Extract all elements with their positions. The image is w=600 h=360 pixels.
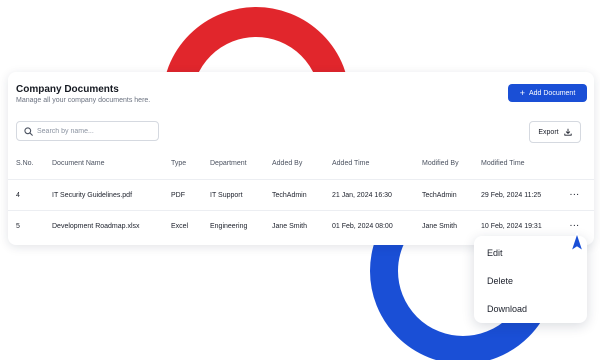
menu-item-delete[interactable]: Delete xyxy=(487,276,513,286)
column-header-department[interactable]: Department xyxy=(210,152,247,176)
add-document-label: Add Document xyxy=(528,89,576,97)
cell-modified-by: TechAdmin xyxy=(422,192,457,199)
menu-item-edit[interactable]: Edit xyxy=(487,248,503,258)
cell-added-by: TechAdmin xyxy=(272,192,307,199)
add-document-button[interactable]: + Add Document xyxy=(508,84,587,102)
download-icon xyxy=(563,128,572,136)
column-header-modified-time[interactable]: Modified Time xyxy=(481,152,525,176)
column-header-added-by[interactable]: Added By xyxy=(272,152,302,176)
search-box[interactable] xyxy=(16,121,159,141)
column-header-type[interactable]: Type xyxy=(171,152,186,176)
documents-card: Company Documents Manage all your compan… xyxy=(8,72,594,245)
cell-modified-by: Jane Smith xyxy=(422,223,458,230)
export-button[interactable]: Export xyxy=(529,121,581,143)
table-header: S.No. Document Name Type Department Adde… xyxy=(8,152,594,176)
page: Company Documents Manage all your compan… xyxy=(0,0,600,360)
cell-type: Excel xyxy=(171,223,189,230)
cell-added-time: 01 Feb, 2024 08:00 xyxy=(332,223,393,230)
export-label: Export xyxy=(538,128,559,136)
more-horizontal-icon[interactable]: ··· xyxy=(570,180,580,211)
cell-sno: 4 xyxy=(16,192,20,199)
cell-added-time: 21 Jan, 2024 16:30 xyxy=(332,192,392,199)
cell-sno: 5 xyxy=(16,223,20,230)
cell-document-name[interactable]: IT Security Guidelines.pdf xyxy=(52,180,132,211)
search-input[interactable] xyxy=(37,125,155,137)
cell-modified-time: 29 Feb, 2024 11:25 xyxy=(481,192,542,199)
cell-document-name[interactable]: Development Roadmap.xlsx xyxy=(52,211,140,242)
pointer-cursor-icon xyxy=(570,232,584,252)
cell-department: IT Support xyxy=(210,192,243,199)
page-subtitle: Manage all your company documents here. xyxy=(16,97,151,104)
cell-type: PDF xyxy=(171,192,185,199)
column-header-modified-by[interactable]: Modified By xyxy=(422,152,459,176)
table-row[interactable]: 4 IT Security Guidelines.pdf PDF IT Supp… xyxy=(8,179,594,203)
page-title: Company Documents xyxy=(16,84,119,95)
search-icon xyxy=(24,127,33,136)
plus-icon: + xyxy=(519,87,525,98)
cell-department: Engineering xyxy=(210,223,248,230)
table-row[interactable]: 5 Development Roadmap.xlsx Excel Enginee… xyxy=(8,210,594,234)
menu-item-download[interactable]: Download xyxy=(487,304,527,314)
column-header-added-time[interactable]: Added Time xyxy=(332,152,369,176)
column-header-document-name[interactable]: Document Name xyxy=(52,152,105,176)
column-header-sno[interactable]: S.No. xyxy=(16,152,34,176)
cell-added-by: Jane Smith xyxy=(272,223,308,230)
